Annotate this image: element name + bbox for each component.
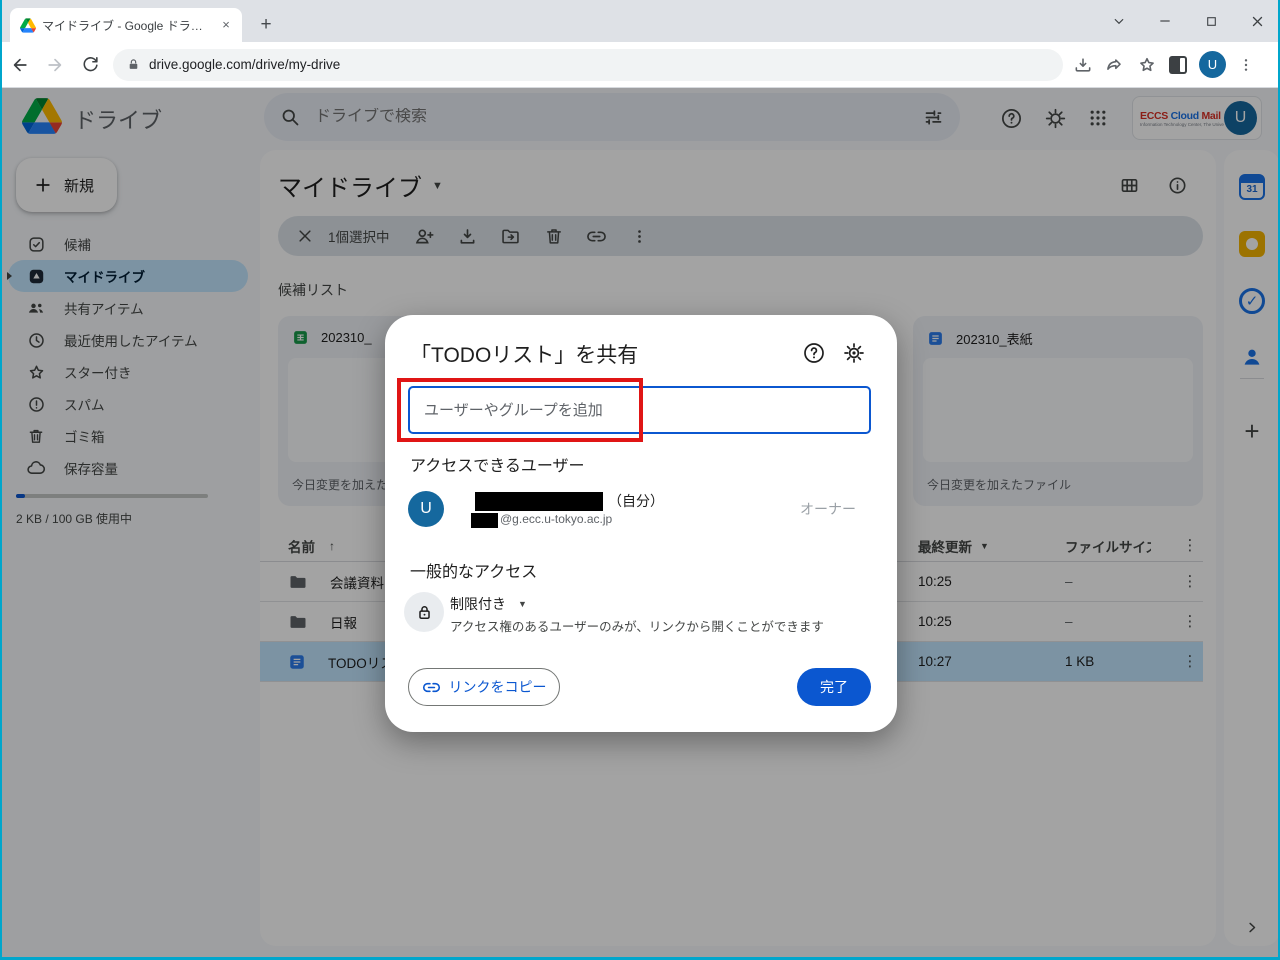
screen: { "colors": { "accent_blue": "#0b57d0", … <box>0 0 1280 960</box>
side-panel-icon[interactable] <box>1169 55 1187 74</box>
owner-role-label: オーナー <box>800 501 856 517</box>
access-description: アクセス権のあるユーザーのみが、リンクから開くことができます <box>450 620 824 634</box>
browser-toolbar: drive.google.com/drive/my-drive U <box>0 42 1280 88</box>
drive-favicon-icon <box>20 17 36 33</box>
tab-title: マイドライブ - Google ドライブ <box>42 18 212 33</box>
share-help-icon[interactable] <box>800 339 828 367</box>
lock-icon <box>404 592 444 632</box>
browser-profile-avatar[interactable]: U <box>1199 51 1226 78</box>
screen-border <box>0 0 2 960</box>
redacted-owner-name <box>475 492 603 511</box>
share-page-icon[interactable] <box>1105 55 1125 75</box>
window-minimize-button[interactable] <box>1142 0 1188 42</box>
link-icon <box>422 682 440 692</box>
back-button[interactable] <box>5 50 35 80</box>
access-level-dropdown[interactable]: 制限付き ▼ <box>450 594 527 614</box>
general-access-heading: 一般的なアクセス <box>410 564 538 581</box>
new-tab-button[interactable]: + <box>254 13 278 37</box>
annotation-highlight-box <box>397 378 643 442</box>
install-app-icon[interactable] <box>1073 55 1093 75</box>
browser-tab[interactable]: マイドライブ - Google ドライブ × <box>10 8 242 42</box>
address-bar[interactable]: drive.google.com/drive/my-drive <box>113 48 1063 81</box>
redacted-email-user <box>471 513 498 528</box>
dropdown-caret-icon: ▼ <box>518 599 527 609</box>
share-settings-gear-icon[interactable] <box>840 339 868 367</box>
window-maximize-button[interactable] <box>1188 0 1234 42</box>
bookmark-star-icon[interactable] <box>1137 55 1157 75</box>
url-text: drive.google.com/drive/my-drive <box>149 57 341 72</box>
window-close-button[interactable] <box>1234 0 1280 42</box>
people-with-access-heading: アクセスできるユーザー <box>410 458 585 475</box>
owner-self-label: （自分） <box>608 493 664 509</box>
drive-page: ドライブ ECCS Cloud Mail Information Technol… <box>0 88 1280 960</box>
tab-close-icon[interactable]: × <box>218 17 234 33</box>
reload-button[interactable] <box>75 50 105 80</box>
owner-email-suffix: @g.ecc.u-tokyo.ac.jp <box>500 512 613 526</box>
copy-link-button[interactable]: リンクをコピー <box>408 668 560 706</box>
tab-search-icon[interactable] <box>1096 0 1142 42</box>
owner-avatar: U <box>408 491 444 527</box>
owner-row[interactable]: U （自分） @g.ecc.u-tokyo.ac.jp オーナー <box>408 491 874 531</box>
done-button[interactable]: 完了 <box>797 668 871 706</box>
browser-menu-icon[interactable] <box>1238 57 1254 73</box>
secure-lock-icon <box>129 59 138 69</box>
browser-titlebar: マイドライブ - Google ドライブ × + <box>0 0 1280 42</box>
forward-button[interactable] <box>40 50 70 80</box>
share-dialog-title: 「TODOリスト」を共有 <box>410 344 639 367</box>
